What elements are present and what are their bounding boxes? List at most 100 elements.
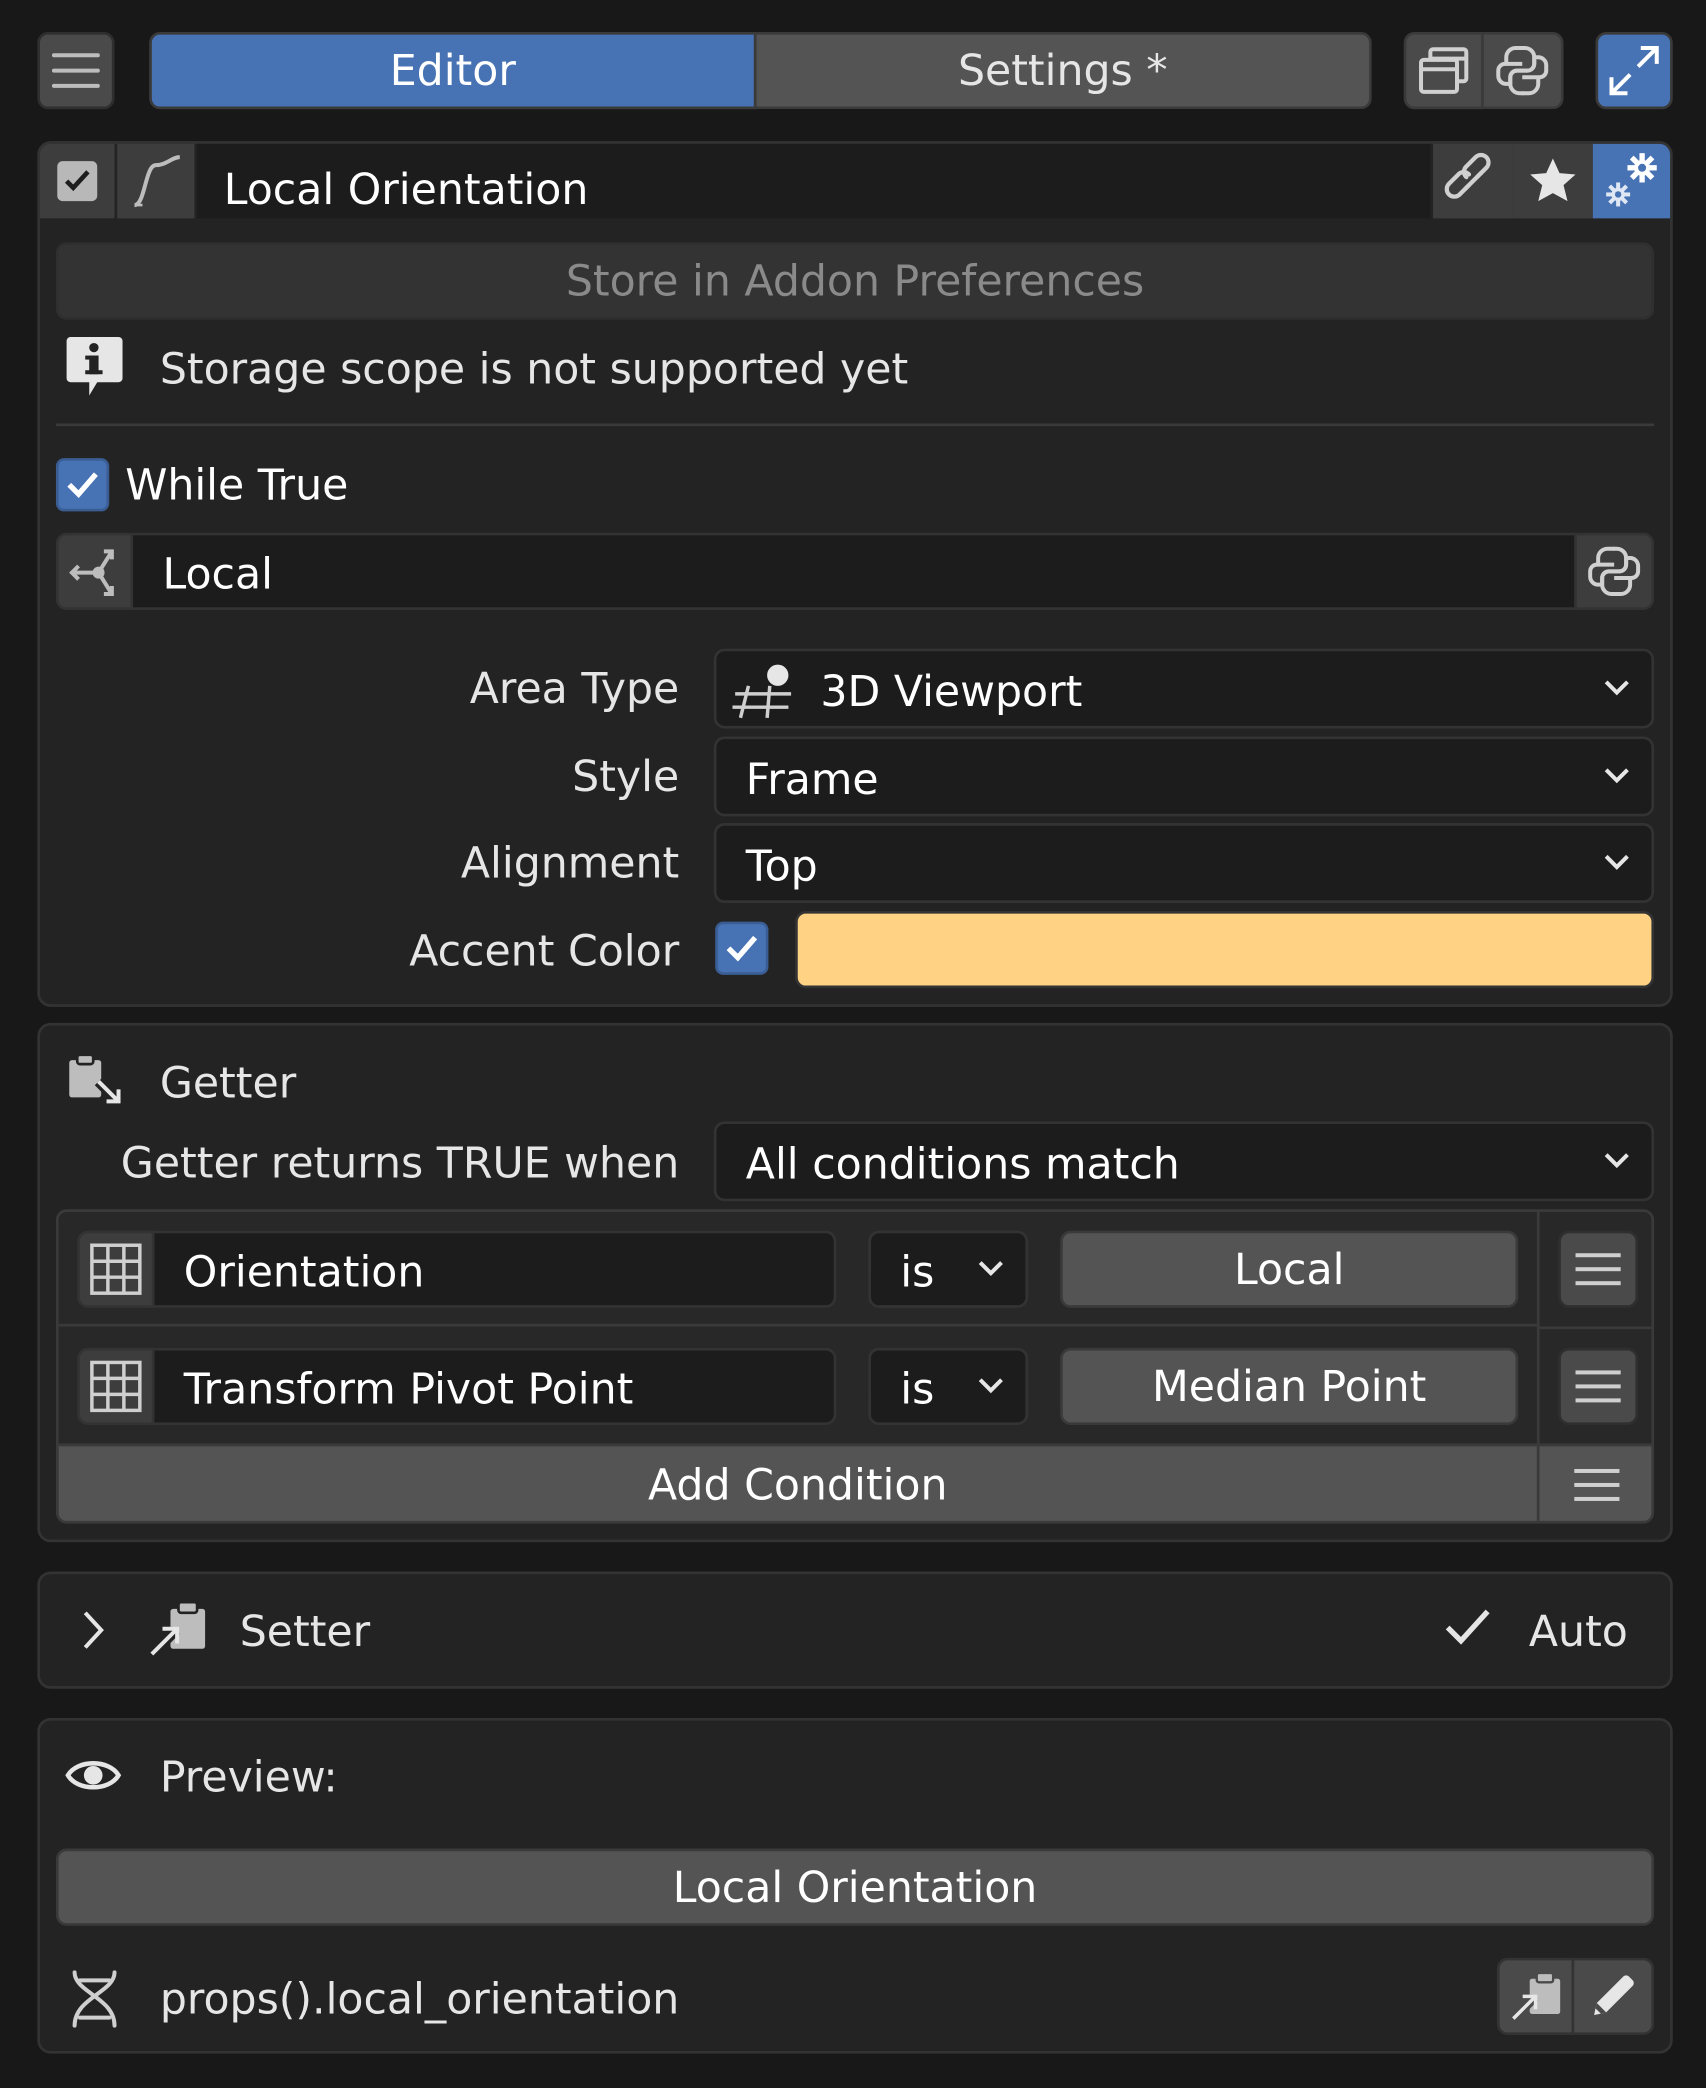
item-enabled-checkbox	[57, 161, 98, 202]
menu-icon	[1575, 1253, 1621, 1286]
preview-path: props().local_orientation	[159, 1973, 680, 2025]
chevron-down-icon	[978, 1261, 1003, 1277]
style-dropdown[interactable]: Frame	[713, 736, 1655, 817]
item-name-field[interactable]: Local Orientation	[197, 143, 1431, 219]
condition-property-type-button[interactable]	[77, 1347, 155, 1426]
getter-returns-value: All conditions match	[745, 1138, 1180, 1190]
info-icon	[66, 336, 123, 396]
keymap-editor-panel: Editor Settings * Local Orientation Stor…	[0, 0, 1706, 2088]
condition-row: Transform Pivot Point is Median Point	[59, 1326, 1537, 1443]
paste-button[interactable]	[1496, 1957, 1575, 2035]
getter-returns-dropdown[interactable]: All conditions match	[713, 1121, 1655, 1202]
condition-menu-column	[1536, 1211, 1652, 1444]
condition-property-field[interactable]: Transform Pivot Point	[154, 1347, 837, 1426]
item-enabled-toggle[interactable]	[39, 143, 115, 219]
check-icon	[726, 935, 758, 962]
setter-title: Setter	[239, 1606, 371, 1657]
orientation-type-button[interactable]	[55, 532, 134, 610]
menu-icon	[1575, 1370, 1621, 1403]
area-type-dropdown[interactable]: 3D Viewport	[713, 648, 1655, 729]
area-type-label: Area Type	[469, 663, 680, 714]
setter-icon	[1509, 1971, 1561, 2022]
curve-type-button[interactable]	[117, 143, 195, 219]
window-button[interactable]	[1403, 31, 1484, 110]
python-icon	[1588, 546, 1641, 596]
add-condition-menu-button[interactable]	[1536, 1443, 1652, 1521]
pencil-icon	[1594, 1975, 1634, 2016]
area-type-value: 3D Viewport	[820, 665, 1083, 717]
condition-row: Orientation is Local	[58, 1212, 1537, 1327]
fullscreen-button[interactable]	[1595, 31, 1673, 110]
getter-title: Getter	[159, 1057, 297, 1109]
style-label: Style	[572, 751, 680, 802]
dna-icon	[72, 1970, 117, 2028]
fullscreen-icon	[1609, 45, 1659, 96]
chevron-down-icon	[1604, 680, 1629, 696]
setter-icon-wrap	[144, 1595, 211, 1662]
condition-operator-dropdown[interactable]: is	[868, 1230, 1029, 1308]
favorite-button[interactable]	[1512, 143, 1593, 219]
add-condition-button[interactable]: Add Condition	[58, 1443, 1537, 1521]
chevron-down-icon	[978, 1378, 1003, 1394]
condition-property-type-button[interactable]	[77, 1230, 155, 1308]
setter-icon	[148, 1600, 206, 1658]
link-icon	[1444, 152, 1491, 199]
orientation-icon	[69, 549, 114, 596]
orientation-name-field[interactable]: Local	[133, 532, 1575, 610]
row-divider	[1539, 1326, 1652, 1330]
grid-icon	[90, 1360, 142, 1413]
eye-icon-wrap	[64, 1750, 123, 1801]
orientation-python-button[interactable]	[1574, 532, 1655, 610]
check-icon	[1445, 1609, 1490, 1645]
info-icon-wrap	[64, 333, 125, 402]
addon-prefs-icon	[1606, 153, 1657, 207]
conditions-list: Orientation is Local Transform Pivot Poi…	[55, 1209, 1655, 1524]
expand-chevron[interactable]	[80, 1609, 107, 1652]
grid-icon	[90, 1243, 142, 1295]
chevron-down-icon	[1604, 854, 1629, 870]
store-in-addon-prefs-button[interactable]: Store in Addon Preferences	[55, 242, 1655, 320]
dna-icon-wrap	[67, 1968, 123, 2029]
check-icon	[67, 472, 98, 499]
setter-auto-label[interactable]: Auto	[1529, 1610, 1628, 1653]
accent-color-swatch[interactable]	[795, 910, 1655, 989]
section-divider	[55, 423, 1655, 427]
chevron-down-icon	[1604, 1153, 1629, 1169]
accent-color-checkbox[interactable]	[715, 921, 769, 975]
addon-prefs-button[interactable]	[1592, 143, 1671, 219]
menu-button[interactable]	[37, 31, 115, 110]
preview-button[interactable]: Local Orientation	[55, 1848, 1655, 1926]
tab-settings[interactable]: Settings *	[756, 31, 1372, 110]
condition-menu-button[interactable]	[1558, 1230, 1639, 1308]
window-icon	[1419, 47, 1469, 94]
edit-button[interactable]	[1574, 1957, 1655, 2035]
condition-property-field[interactable]: Orientation	[154, 1230, 837, 1308]
condition-value-button[interactable]: Local	[1060, 1230, 1519, 1308]
condition-operator-dropdown[interactable]: is	[868, 1347, 1029, 1426]
getter-returns-label: Getter returns TRUE when	[120, 1137, 680, 1188]
link-button[interactable]	[1433, 143, 1513, 219]
curve-icon	[133, 155, 181, 208]
alignment-dropdown[interactable]: Top	[713, 823, 1655, 903]
condition-menu-button[interactable]	[1558, 1347, 1639, 1426]
condition-value-button[interactable]: Median Point	[1060, 1347, 1519, 1426]
while-true-checkbox[interactable]	[55, 458, 110, 512]
menu-icon	[51, 53, 100, 88]
condition-operator-value: is	[900, 1246, 935, 1298]
star-icon	[1530, 158, 1576, 202]
menu-icon	[1574, 1468, 1620, 1501]
while-true-label[interactable]: While True	[125, 463, 348, 506]
tab-editor[interactable]: Editor	[149, 31, 757, 110]
auto-check-icon-wrap	[1444, 1606, 1492, 1649]
viewport-3d-icon	[732, 664, 792, 719]
condition-operator-value: is	[900, 1363, 935, 1415]
style-value: Frame	[745, 753, 879, 805]
preview-title: Preview:	[159, 1751, 338, 1802]
getter-icon-wrap	[64, 1049, 128, 1113]
accent-color-label: Accent Color	[409, 925, 680, 977]
check-icon	[64, 170, 90, 192]
info-message: Storage scope is not supported yet	[159, 343, 909, 395]
chevron-right-icon	[83, 1611, 104, 1649]
python-button[interactable]	[1483, 31, 1564, 110]
chevron-down-icon	[1604, 768, 1629, 784]
